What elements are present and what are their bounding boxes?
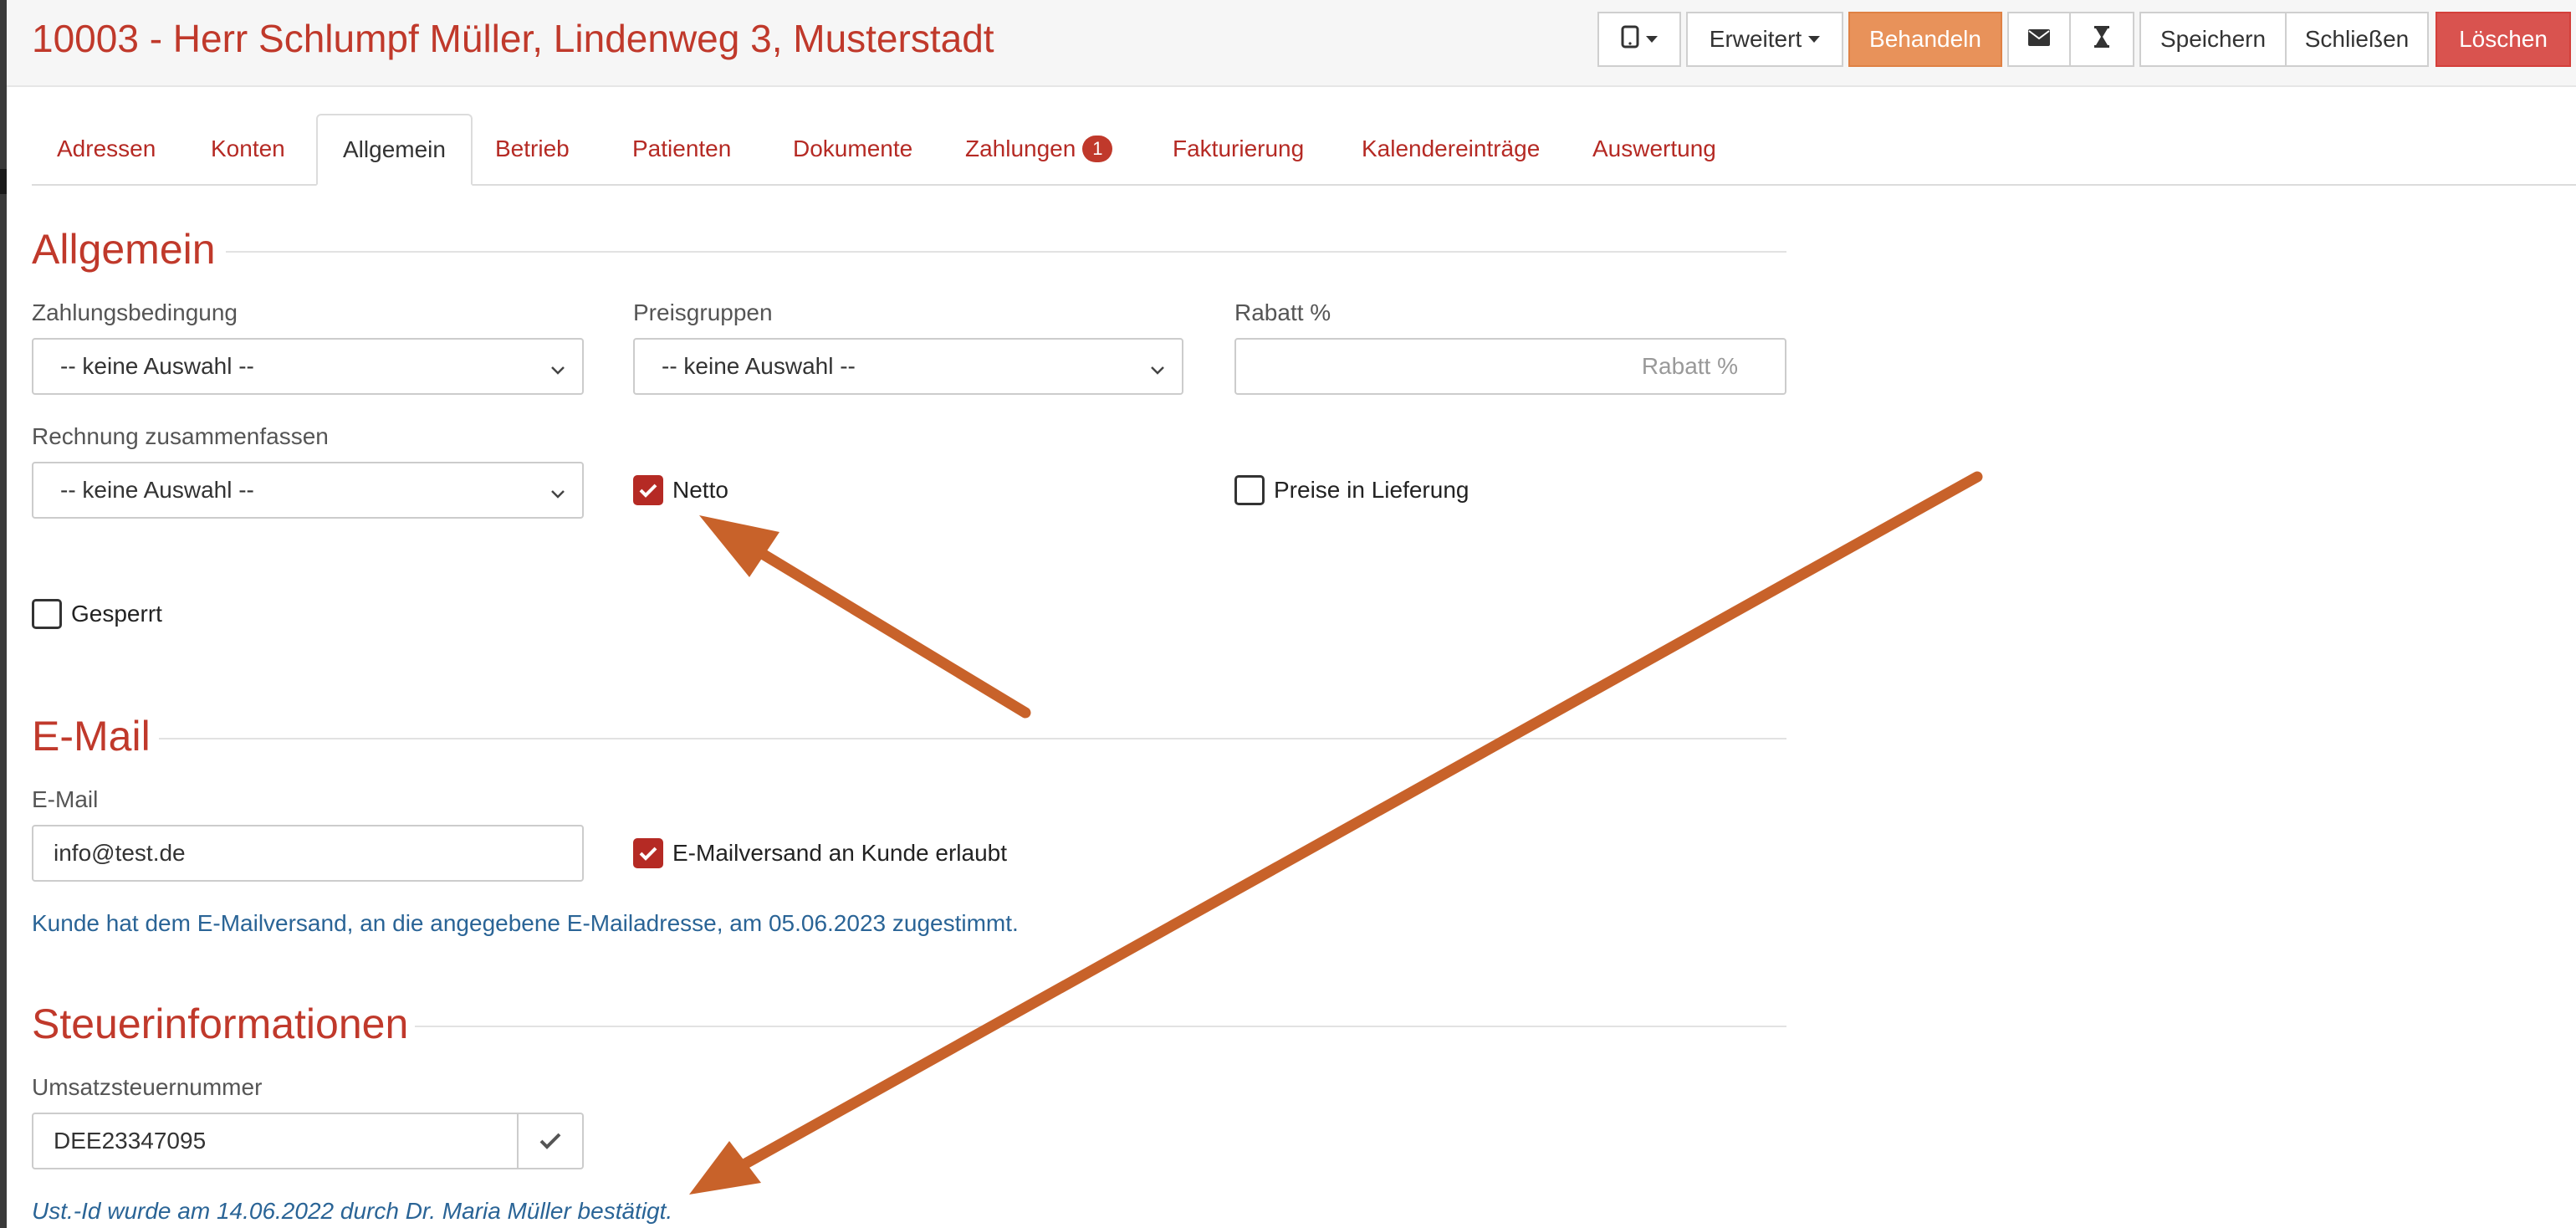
section-title-allgemein: Allgemein <box>32 226 216 273</box>
gesperrt-checkbox[interactable] <box>32 599 62 629</box>
hourglass-button[interactable] <box>2069 12 2134 67</box>
email-consent-text: Kunde hat dem E-Mailversand, an die ange… <box>32 910 1019 936</box>
device-dropdown-button[interactable] <box>1597 12 1681 67</box>
envelope-icon <box>2027 26 2051 53</box>
check-icon <box>539 1133 561 1149</box>
preisgruppen-value: -- keine Auswahl -- <box>662 353 856 379</box>
tab-allgemein[interactable]: Allgemein <box>316 114 473 186</box>
rechnung-zusammenfassen-label: Rechnung zusammenfassen <box>32 423 329 449</box>
rechnung-zusammenfassen-select[interactable]: -- keine Auswahl -- <box>32 462 584 519</box>
tab-zahlungen-label: Zahlungen <box>965 136 1076 161</box>
chevron-down-icon <box>1808 36 1821 43</box>
section-title-steuerinformationen: Steuerinformationen <box>32 1000 409 1047</box>
zahlungsbedingung-value: -- keine Auswahl -- <box>60 353 254 379</box>
preise-in-lieferung-label: Preise in Lieferung <box>1274 477 1469 503</box>
tab-bar: Adressen Konten Allgemein Betrieb Patien… <box>32 114 2576 186</box>
chevron-down-icon <box>1646 36 1658 43</box>
chevron-down-icon <box>549 358 567 385</box>
notification-badge: 1 <box>1082 136 1113 162</box>
tab-kalendereintraege[interactable]: Kalendereinträge <box>1337 114 1565 184</box>
email-value: info@test.de <box>54 840 186 866</box>
section-title-email: E-Mail <box>32 713 151 760</box>
annotation-arrow <box>689 471 1983 1195</box>
tab-dokumente[interactable]: Dokumente <box>768 114 938 184</box>
preise-in-lieferung-checkbox[interactable] <box>1234 475 1265 505</box>
section-divider <box>415 1026 1786 1027</box>
zahlungsbedingung-select[interactable]: -- keine Auswahl -- <box>32 338 584 395</box>
email-input[interactable]: info@test.de <box>32 825 584 882</box>
section-divider <box>226 251 1786 253</box>
verify-ust-button[interactable] <box>519 1113 584 1169</box>
preisgruppen-select[interactable]: -- keine Auswahl -- <box>633 338 1183 395</box>
left-edge-bar <box>0 0 7 1228</box>
page-title: 10003 - Herr Schlumpf Müller, Lindenweg … <box>32 17 994 60</box>
emailversand-label: E-Mailversand an Kunde erlaubt <box>672 840 1008 866</box>
emailversand-checkbox[interactable] <box>633 838 663 868</box>
email-button[interactable] <box>2007 12 2071 67</box>
tab-auswertung[interactable]: Auswertung <box>1567 114 1741 184</box>
netto-label: Netto <box>672 477 728 503</box>
save-button[interactable]: Speichern <box>2139 12 2287 67</box>
netto-checkbox[interactable] <box>633 475 663 505</box>
check-icon <box>639 484 657 498</box>
chevron-down-icon <box>1148 358 1167 385</box>
section-divider <box>159 738 1786 739</box>
chevron-down-icon <box>549 482 567 509</box>
umsatzsteuernummer-value: DEE23347095 <box>54 1128 207 1154</box>
tab-fakturierung[interactable]: Fakturierung <box>1147 114 1329 184</box>
preisgruppen-label: Preisgruppen <box>633 299 773 325</box>
umsatzsteuernummer-input[interactable]: DEE23347095 <box>32 1113 519 1169</box>
check-icon <box>639 847 657 861</box>
tablet-icon <box>1621 25 1639 54</box>
close-button[interactable]: Schließen <box>2285 12 2429 67</box>
rabatt-input[interactable]: Rabatt % <box>1234 338 1786 395</box>
ust-confirmation-text: Ust.-Id wurde am 14.06.2022 durch Dr. Ma… <box>32 1198 673 1224</box>
tab-patienten[interactable]: Patienten <box>607 114 756 184</box>
hourglass-icon <box>2093 25 2110 54</box>
gesperrt-label: Gesperrt <box>71 601 162 627</box>
left-edge-notch <box>0 169 7 194</box>
rabatt-label: Rabatt % <box>1234 299 1331 325</box>
erweitert-label: Erweitert <box>1709 26 1802 52</box>
tab-zahlungen[interactable]: Zahlungen 1 <box>940 114 1137 184</box>
tab-adressen[interactable]: Adressen <box>32 114 181 184</box>
delete-button[interactable]: Löschen <box>2435 12 2571 67</box>
page-header: 10003 - Herr Schlumpf Müller, Lindenweg … <box>7 0 2576 87</box>
rabatt-placeholder: Rabatt % <box>1641 353 1738 379</box>
rechnung-zusammenfassen-value: -- keine Auswahl -- <box>60 477 254 503</box>
behandeln-button[interactable]: Behandeln <box>1848 12 2002 67</box>
umsatzsteuernummer-label: Umsatzsteuernummer <box>32 1074 263 1100</box>
erweitert-dropdown-button[interactable]: Erweitert <box>1686 12 1843 67</box>
annotation-arrow <box>699 515 1031 719</box>
zahlungsbedingung-label: Zahlungsbedingung <box>32 299 238 325</box>
tab-betrieb[interactable]: Betrieb <box>470 114 595 184</box>
email-label: E-Mail <box>32 786 99 812</box>
tab-konten[interactable]: Konten <box>186 114 310 184</box>
